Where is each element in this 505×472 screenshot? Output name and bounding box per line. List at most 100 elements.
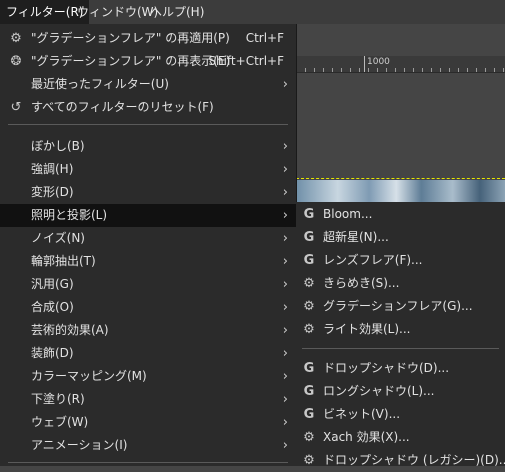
gegl-icon: G [303,253,315,268]
chevron-right-icon: › [282,231,288,246]
menu-item-label: 超新星(N)... [323,230,389,244]
category-animation[interactable]: アニメーション(I) › [0,434,296,457]
horizontal-ruler[interactable]: 1000 [296,56,505,73]
filter-supernova[interactable]: G 超新星(N)... [296,226,505,249]
menu-item-label: Xach 効果(X)... [323,430,410,444]
menu-item-label: Bloom... [323,207,373,221]
menu-separator [8,124,288,125]
filter-lens-flare[interactable]: G レンズフレア(F)... [296,249,505,272]
chevron-right-icon: › [282,208,288,223]
chevron-right-icon: › [282,392,288,407]
menu-item-label: ドロップシャドウ (レガシー)(D)... [323,453,505,467]
category-generic[interactable]: 汎用(G) › [0,273,296,296]
filters-menu: ⚙ "グラデーションフレア" の再適用(P) Ctrl+F ❂ "グラデーション… [0,24,297,466]
menu-item-label: ライト効果(L)... [323,322,411,336]
gegl-icon: G [303,407,315,422]
reapply-filter-item[interactable]: ⚙ "グラデーションフレア" の再適用(P) Ctrl+F [0,27,296,50]
menu-item-label: レンズフレア(F)... [323,253,423,267]
category-blur[interactable]: ぼかし(B) › [0,135,296,158]
gegl-icon: G [303,384,315,399]
menu-item-label: "グラデーションフレア" の再適用(P) [31,31,230,45]
category-map[interactable]: カラーマッピング(M) › [0,365,296,388]
menu-item-label: 装飾(D) [31,346,74,360]
chevron-right-icon: › [282,162,288,177]
reset-icon: ↺ [10,100,22,115]
menu-item-label: グラデーションフレア(G)... [323,299,473,313]
gear-icon: ⚙ [303,430,315,445]
menu-item-label: "グラデーションフレア" の再表示(E) [31,54,231,68]
shortcut-label: Shift+Ctrl+F [208,54,284,68]
chevron-right-icon: › [282,185,288,200]
gear-refresh-icon: ❂ [10,54,22,69]
menu-item-label: 輪郭抽出(T) [31,254,96,268]
chevron-right-icon: › [282,300,288,315]
chevron-right-icon: › [282,139,288,154]
filter-sparkle[interactable]: ⚙ きらめき(S)... [296,272,505,295]
category-artistic[interactable]: 芸術的効果(A) › [0,319,296,342]
menu-item-label: ノイズ(N) [31,231,85,245]
menu-item-label: 汎用(G) [31,277,74,291]
menu-item-label: ぼかし(B) [31,139,85,153]
recent-filters-item[interactable]: 最近使ったフィルター(U) › [0,73,296,96]
ruler-major-tick [364,56,365,72]
category-decor[interactable]: 装飾(D) › [0,342,296,365]
menu-item-label: ドロップシャドウ(D)... [323,361,450,375]
ruler-label: 1000 [367,57,390,67]
category-noise[interactable]: ノイズ(N) › [0,227,296,250]
chevron-right-icon: › [282,77,288,92]
menu-item-label: 強調(H) [31,162,74,176]
gear-icon: ⚙ [303,276,315,291]
gegl-icon: G [303,230,315,245]
filter-bloom[interactable]: G Bloom... [296,203,505,226]
category-combine[interactable]: 合成(O) › [0,296,296,319]
menu-item-label: アニメーション(I) [31,438,128,452]
category-render[interactable]: 下塗り(R) › [0,388,296,411]
gear-icon: ⚙ [303,322,315,337]
chevron-right-icon: › [282,346,288,361]
gear-icon: ⚙ [303,453,315,468]
chevron-right-icon: › [282,277,288,292]
menu-item-label: 下塗り(R) [31,392,85,406]
chevron-right-icon: › [282,254,288,269]
filter-long-shadow[interactable]: G ロングシャドウ(L)... [296,380,505,403]
category-edge-detect[interactable]: 輪郭抽出(T) › [0,250,296,273]
filter-xach-effect[interactable]: ⚙ Xach 効果(X)... [296,426,505,449]
gear-icon: ⚙ [10,31,22,46]
category-web[interactable]: ウェブ(W) › [0,411,296,434]
filter-vignette[interactable]: G ビネット(V)... [296,403,505,426]
menu-item-label: すべてのフィルターのリセット(F) [31,100,214,114]
menu-item-label: 最近使ったフィルター(U) [31,77,169,91]
menu-item-label: 変形(D) [31,185,74,199]
category-distorts[interactable]: 変形(D) › [0,181,296,204]
menu-item-label: カラーマッピング(M) [31,369,147,383]
gear-icon: ⚙ [303,299,315,314]
menu-item-label: 合成(O) [31,300,74,314]
menubar: フィルター(R) ウィンドウ(W) ヘルプ(H) [0,0,505,24]
menu-separator [302,348,499,349]
chevron-right-icon: › [282,323,288,338]
light-and-shadow-submenu: G Bloom... G 超新星(N)... G レンズフレア(F)... ⚙ … [296,202,505,468]
menu-item-label: 照明と投影(L) [31,208,108,222]
layer-boundary [296,178,505,179]
menu-item-label: ロングシャドウ(L)... [323,384,435,398]
chevron-right-icon: › [282,369,288,384]
chevron-right-icon: › [282,438,288,453]
reshow-filter-item[interactable]: ❂ "グラデーションフレア" の再表示(E) Shift+Ctrl+F [0,50,296,73]
menu-item-label: ビネット(V)... [323,407,401,421]
canvas-image [296,180,505,202]
menu-help[interactable]: ヘルプ(H) [144,0,210,24]
category-enhance[interactable]: 強調(H) › [0,158,296,181]
chevron-right-icon: › [282,415,288,430]
filter-gradient-flare[interactable]: ⚙ グラデーションフレア(G)... [296,295,505,318]
reset-all-filters-item[interactable]: ↺ すべてのフィルターのリセット(F) [0,96,296,119]
gegl-icon: G [303,207,315,222]
category-light-and-shadow[interactable]: 照明と投影(L) › [0,204,296,227]
shortcut-label: Ctrl+F [245,31,284,45]
filter-drop-shadow-legacy[interactable]: ⚙ ドロップシャドウ (レガシー)(D)... [296,449,505,472]
gegl-icon: G [303,361,315,376]
menu-item-label: ウェブ(W) [31,415,89,429]
menu-separator [8,462,288,463]
filter-lighting-effects[interactable]: ⚙ ライト効果(L)... [296,318,505,341]
filter-drop-shadow[interactable]: G ドロップシャドウ(D)... [296,357,505,380]
menu-item-label: 芸術的効果(A) [31,323,109,337]
